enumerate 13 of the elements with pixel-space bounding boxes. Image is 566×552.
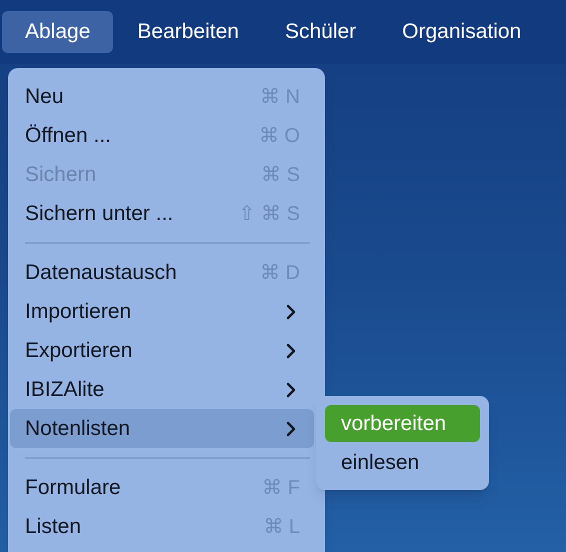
menu-item[interactable]: IBIZAlite bbox=[10, 370, 314, 409]
chevron-right-icon bbox=[286, 420, 296, 436]
chevron-right-icon bbox=[286, 382, 296, 398]
menu-item[interactable]: Importieren bbox=[10, 292, 314, 331]
menu-bar-item[interactable]: Bearbeiten bbox=[115, 11, 261, 53]
chevron-right-icon bbox=[286, 342, 296, 358]
chevron-right-icon bbox=[286, 304, 296, 320]
menu-bar-item[interactable]: Organisation bbox=[380, 11, 544, 53]
menu-item[interactable]: Exportieren bbox=[10, 331, 314, 370]
menu-bar-item[interactable]: Schüler bbox=[262, 11, 378, 53]
menu-item[interactable]: Notenlisten bbox=[10, 409, 314, 448]
menu-bar-item[interactable]: Ablage bbox=[2, 11, 114, 53]
submenu-item[interactable]: einlesen bbox=[325, 444, 480, 481]
